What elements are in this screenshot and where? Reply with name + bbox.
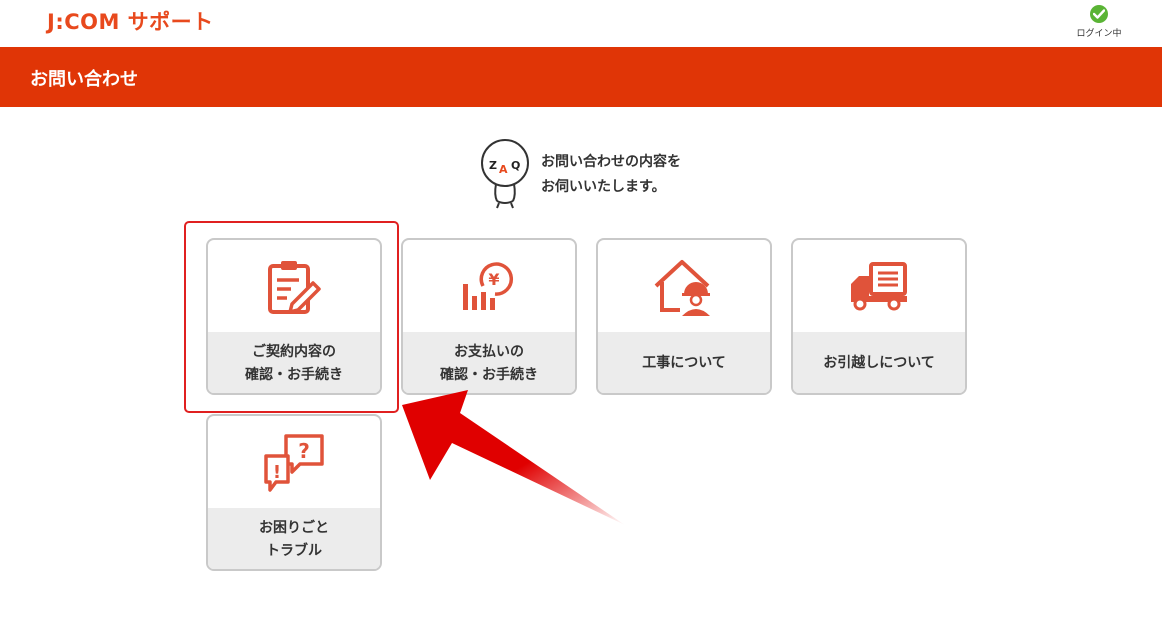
card-label: お困りごと トラブル <box>208 508 380 569</box>
greeting-line-2: お伺いいたします。 <box>541 179 666 195</box>
svg-text:Z: Z <box>489 159 497 172</box>
clipboard-edit-icon <box>268 261 321 314</box>
greeting-line-1: お問い合わせの内容を <box>541 154 681 170</box>
card-trouble[interactable]: ? ! お困りごと トラブル <box>206 414 382 571</box>
login-status-label: ログイン中 <box>1076 29 1122 39</box>
card-payment[interactable]: ¥ お支払いの 確認・お手続き <box>401 238 577 395</box>
card-icon-area: ¥ <box>403 240 575 332</box>
card-icon-area: ? ! <box>208 416 380 508</box>
jcom-support-logo[interactable]: J:COM サポート <box>47 6 214 36</box>
svg-text:Q: Q <box>511 159 520 172</box>
card-moving[interactable]: お引越しについて <box>791 238 967 395</box>
card-contract[interactable]: ご契約内容の 確認・お手続き <box>206 238 382 395</box>
top-header: J:COM サポート ログイン中 <box>0 0 1162 47</box>
page-title: お問い合わせ <box>30 69 138 90</box>
card-label: ご契約内容の 確認・お手続き <box>208 332 380 393</box>
card-construction[interactable]: 工事について <box>596 238 772 395</box>
svg-text:!: ! <box>273 462 281 483</box>
pointer-arrow-icon <box>402 390 625 525</box>
yen-chart-icon: ¥ <box>463 262 514 310</box>
login-status[interactable]: ログイン中 <box>1076 5 1122 39</box>
card-label: お引越しについて <box>793 332 965 393</box>
moving-truck-icon <box>851 262 907 311</box>
house-worker-icon <box>654 260 710 316</box>
speech-question-icon: ? ! <box>264 434 324 492</box>
greeting-text: お問い合わせの内容を お伺いいたします。 <box>541 150 681 200</box>
svg-text:¥: ¥ <box>488 270 499 289</box>
svg-text:A: A <box>499 163 508 176</box>
card-icon-area <box>598 240 770 332</box>
zaq-mascot-icon: Z A Q <box>479 137 531 209</box>
card-icon-area <box>208 240 380 332</box>
page-title-bar: お問い合わせ <box>0 47 1162 107</box>
svg-text:?: ? <box>298 439 310 463</box>
check-icon <box>1090 5 1108 23</box>
card-icon-area <box>793 240 965 332</box>
